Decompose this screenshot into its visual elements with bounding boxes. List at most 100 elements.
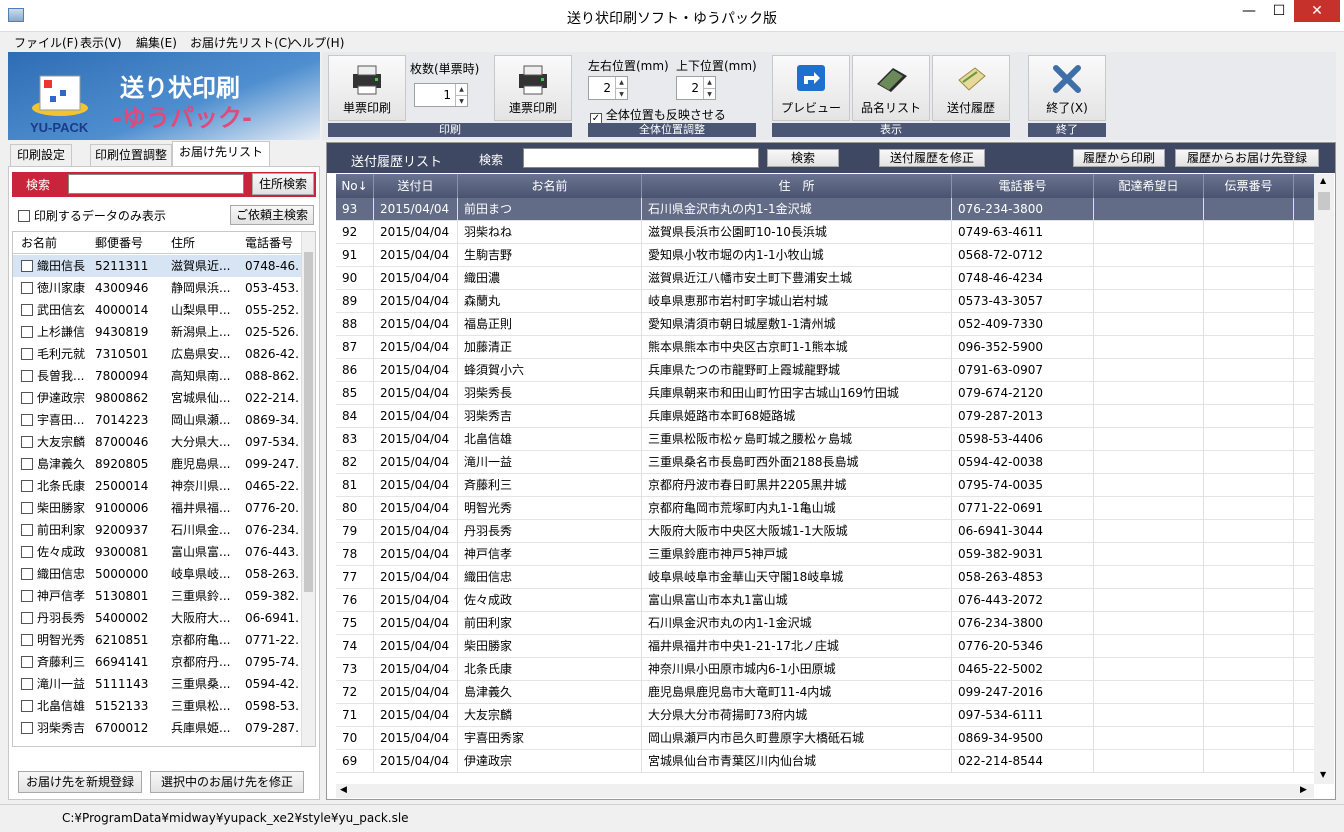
scroll-up-icon[interactable]: ▲ (1320, 176, 1326, 185)
list-item[interactable]: 柴田勝家 9100006 福井県福... 0776-20. (13, 497, 303, 519)
row-checkbox[interactable] (21, 612, 33, 624)
menu-view[interactable]: 表示(V) (80, 34, 122, 51)
table-row[interactable]: 71 2015/04/04 大友宗麟 大分県大分市荷揚町73府内城 097-534-61… (336, 704, 1314, 727)
table-row[interactable]: 86 2015/04/04 蜂須賀小六 兵庫県たつの市龍野町上霞城龍野城 0791-63… (336, 359, 1314, 382)
scroll-left-icon[interactable]: ◀ (340, 785, 347, 795)
row-checkbox[interactable] (21, 678, 33, 690)
row-checkbox[interactable] (21, 546, 33, 558)
scroll-down-icon[interactable]: ▼ (1320, 770, 1326, 779)
destination-search-input[interactable] (68, 174, 244, 194)
copies-spinner[interactable]: 1 ▲ ▼ (414, 83, 468, 107)
send-history-button[interactable]: 送付履歴 (932, 55, 1010, 121)
list-item[interactable]: 毛利元就 7310501 広島県安... 0826-42. (13, 343, 303, 365)
column-header[interactable]: お名前 (21, 232, 57, 254)
only-print-checkbox[interactable]: 印刷するデータのみ表示 (18, 207, 166, 224)
list-item[interactable]: 織田信長 5211311 滋賀県近... 0748-46. (13, 255, 303, 277)
table-row[interactable]: 87 2015/04/04 加藤清正 熊本県熊本市中央区古京町1-1熊本城 096-35… (336, 336, 1314, 359)
spin-down-icon[interactable]: ▼ (455, 95, 467, 106)
table-row[interactable]: 89 2015/04/04 森蘭丸 岐阜県恵那市岩村町字城山岩村城 0573-43-30… (336, 290, 1314, 313)
table-row[interactable]: 88 2015/04/04 福島正則 愛知県清須市朝日城屋敷1-1清州城 052-409… (336, 313, 1314, 336)
row-checkbox[interactable] (21, 436, 33, 448)
table-row[interactable]: 90 2015/04/04 織田濃 滋賀県近江八幡市安土町下豊浦安土城 0748-46-… (336, 267, 1314, 290)
history-vertical-scrollbar[interactable]: ▲ ▼ (1314, 174, 1334, 784)
table-row[interactable]: 78 2015/04/04 神戸信孝 三重県鈴鹿市神戸5神戸城 059-382-9031 (336, 543, 1314, 566)
list-item[interactable]: 北畠信雄 5152133 三重県松... 0598-53. (13, 695, 303, 717)
address-search-button[interactable]: 住所検索 (252, 173, 314, 195)
table-row[interactable]: 93 2015/04/04 前田まつ 石川県金沢市丸の内1-1金沢城 076-234-3… (336, 198, 1314, 221)
table-row[interactable]: 76 2015/04/04 佐々成政 富山県富山市本丸1富山城 076-443-2072 (336, 589, 1314, 612)
table-row[interactable]: 91 2015/04/04 生駒吉野 愛知県小牧市堀の内1-1小牧山城 0568-72-… (336, 244, 1314, 267)
edit-destination-button[interactable]: 選択中のお届け先を修正 (150, 771, 304, 793)
edit-history-button[interactable]: 送付履歴を修正 (879, 149, 985, 167)
table-row[interactable]: 82 2015/04/04 滝川一益 三重県桑名市長島町西外面2188長島城 0594-… (336, 451, 1314, 474)
column-header-name[interactable]: お名前 (458, 174, 642, 198)
history-search-input[interactable] (523, 148, 759, 168)
list-item[interactable]: 徳川家康 4300946 静岡県浜... 053-453. (13, 277, 303, 299)
list-item[interactable]: 滝川一益 5111143 三重県桑... 0594-42. (13, 673, 303, 695)
list-item[interactable]: 長曽我... 7800094 高知県南... 088-862. (13, 365, 303, 387)
list-item[interactable]: 上杉謙信 9430819 新潟県上... 025-526. (13, 321, 303, 343)
register-from-history-button[interactable]: 履歴からお届け先登録 (1175, 149, 1319, 167)
scrollbar-thumb[interactable] (1318, 192, 1330, 210)
scrollbar-thumb[interactable] (304, 252, 313, 592)
minimize-button[interactable]: — (1234, 0, 1264, 22)
row-checkbox[interactable] (21, 414, 33, 426)
preview-button[interactable]: プレビュー (772, 55, 850, 121)
list-item[interactable]: 武田信玄 4000014 山梨県甲... 055-252. (13, 299, 303, 321)
table-row[interactable]: 84 2015/04/04 羽柴秀吉 兵庫県姫路市本町68姫路城 079-287-201… (336, 405, 1314, 428)
table-row[interactable]: 83 2015/04/04 北畠信雄 三重県松阪市松ヶ島町城之腰松ヶ島城 0598-53… (336, 428, 1314, 451)
row-checkbox[interactable] (21, 634, 33, 646)
column-header-no[interactable]: No↓ (336, 174, 374, 198)
column-header[interactable]: 郵便番号 (95, 232, 143, 254)
spin-down-icon[interactable]: ▼ (703, 88, 715, 99)
row-checkbox[interactable] (21, 590, 33, 602)
column-header[interactable]: 住所 (171, 232, 195, 254)
column-header[interactable]: 電話番号 (245, 232, 293, 254)
sender-search-button[interactable]: ご依頼主検索 (230, 205, 314, 225)
close-button[interactable]: ✕ (1294, 0, 1340, 22)
continuous-print-button[interactable]: 連票印刷 (494, 55, 572, 121)
table-row[interactable]: 79 2015/04/04 丹羽長秀 大阪府大阪市中央区大阪城1-1大阪城 06-694… (336, 520, 1314, 543)
list-item[interactable]: 大友宗麟 8700046 大分県大... 097-534. (13, 431, 303, 453)
menu-edit[interactable]: 編集(E) (136, 34, 177, 51)
row-checkbox[interactable] (21, 348, 33, 360)
list-item[interactable]: 伊達政宗 9800862 宮城県仙... 022-214. (13, 387, 303, 409)
list-item[interactable]: 佐々成政 9300081 富山県富... 076-443. (13, 541, 303, 563)
spin-down-icon[interactable]: ▼ (615, 88, 627, 99)
column-header-slip-number[interactable]: 伝票番号 (1204, 174, 1294, 198)
row-checkbox[interactable] (21, 260, 33, 272)
history-horizontal-scrollbar[interactable]: ◀ ▶ (336, 784, 1314, 798)
list-item[interactable]: 織田信忠 5000000 岐阜県岐... 058-263. (13, 563, 303, 585)
column-header-delivery-date[interactable]: 配達希望日 (1094, 174, 1204, 198)
list-item[interactable]: 北条氏康 2500014 神奈川県... 0465-22. (13, 475, 303, 497)
row-checkbox[interactable] (21, 282, 33, 294)
ud-position-spinner[interactable]: 2 ▲ ▼ (676, 76, 716, 100)
spin-up-icon[interactable]: ▲ (455, 84, 467, 95)
table-row[interactable]: 85 2015/04/04 羽柴秀長 兵庫県朝来市和田山町竹田字古城山169竹田城 07… (336, 382, 1314, 405)
item-list-button[interactable]: 品名リスト (852, 55, 930, 121)
table-row[interactable]: 72 2015/04/04 島津義久 鹿児島県鹿児島市大竜町11-4内城 099-247… (336, 681, 1314, 704)
table-row[interactable]: 69 2015/04/04 伊達政宗 宮城県仙台市青葉区川内仙台城 022-214-85… (336, 750, 1314, 773)
list-item[interactable]: 神戸信孝 5130801 三重県鈴... 059-382. (13, 585, 303, 607)
list-item[interactable]: 斉藤利三 6694141 京都府丹... 0795-74. (13, 651, 303, 673)
row-checkbox[interactable] (21, 656, 33, 668)
menu-help[interactable]: ヘルプ(H) (290, 34, 344, 51)
list-item[interactable]: 明智光秀 6210851 京都府亀... 0771-22. (13, 629, 303, 651)
list-item[interactable]: 島津義久 8920805 鹿児島県... 099-247. (13, 453, 303, 475)
table-row[interactable]: 77 2015/04/04 織田信忠 岐阜県岐阜市金華山天守閣18岐阜城 058-263… (336, 566, 1314, 589)
row-checkbox[interactable] (21, 480, 33, 492)
scroll-right-icon[interactable]: ▶ (1300, 785, 1307, 795)
row-checkbox[interactable] (21, 392, 33, 404)
column-header-date[interactable]: 送付日 (374, 174, 458, 198)
table-row[interactable]: 73 2015/04/04 北条氏康 神奈川県小田原市城内6-1小田原城 0465-22… (336, 658, 1314, 681)
table-row[interactable]: 74 2015/04/04 柴田勝家 福井県福井市中央1-21-17北ノ庄城 0776-… (336, 635, 1314, 658)
new-destination-button[interactable]: お届け先を新規登録 (18, 771, 142, 793)
maximize-button[interactable]: ☐ (1264, 0, 1294, 22)
single-print-button[interactable]: 単票印刷 (328, 55, 406, 121)
table-row[interactable]: 92 2015/04/04 羽柴ねね 滋賀県長浜市公園町10-10長浜城 0749-63… (336, 221, 1314, 244)
row-checkbox[interactable] (21, 502, 33, 514)
table-row[interactable]: 75 2015/04/04 前田利家 石川県金沢市丸の内1-1金沢城 076-234-3… (336, 612, 1314, 635)
row-checkbox[interactable] (21, 304, 33, 316)
column-header-phone[interactable]: 電話番号 (952, 174, 1094, 198)
tab-print-settings[interactable]: 印刷設定 (10, 144, 72, 166)
